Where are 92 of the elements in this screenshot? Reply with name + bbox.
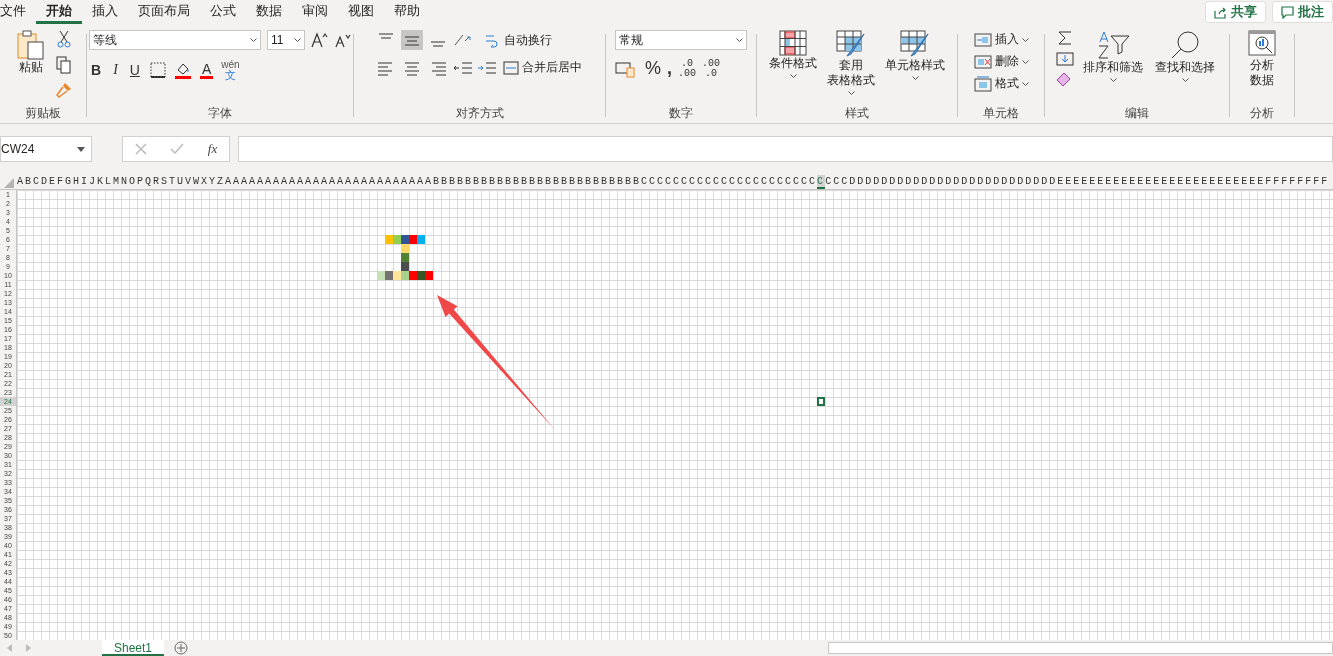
decimal-button[interactable]: .0 .00: [678, 58, 697, 79]
cell-action-button[interactable]: 格式: [971, 74, 1031, 93]
shrink-font-icon[interactable]: [335, 32, 351, 48]
phonetic-button[interactable]: wén 文: [221, 60, 240, 80]
bold-button[interactable]: B: [89, 62, 104, 78]
sort-filter-button[interactable]: 排序和筛选: [1080, 30, 1146, 85]
comma-button[interactable]: ,: [667, 58, 673, 79]
group-label: 字体: [208, 105, 232, 122]
format-painter-icon[interactable]: [56, 82, 72, 98]
group-label: 剪贴板: [25, 105, 61, 122]
menu-tab[interactable]: 插入: [82, 0, 128, 24]
decimal-button[interactable]: .00 .0: [702, 58, 721, 79]
group-label: 样式: [845, 105, 869, 122]
caret-icon: [789, 74, 797, 78]
scroll-left-icon[interactable]: [6, 644, 14, 652]
wrap-icon: [485, 32, 501, 48]
fill-down-icon[interactable]: [1056, 52, 1074, 66]
search-icon: [1170, 30, 1200, 60]
style-button[interactable]: 单元格样式: [882, 30, 948, 83]
find-select-button[interactable]: 查找和选择: [1152, 30, 1218, 85]
merge-icon: [503, 60, 519, 75]
group-label: 数字: [669, 105, 693, 122]
sort-filter-icon: [1096, 30, 1130, 60]
font-size-dropdown[interactable]: 11: [267, 30, 305, 50]
insert-function-button[interactable]: fx: [207, 141, 218, 157]
add-sheet-icon[interactable]: [174, 641, 189, 655]
sheet-tab[interactable]: Sheet1: [102, 640, 165, 656]
menu-tab[interactable]: 数据: [246, 0, 292, 24]
caret-icon: [736, 38, 743, 42]
conditional-format-icon: [779, 30, 807, 56]
clipboard-icon: [17, 30, 45, 60]
caret-icon: [1021, 59, 1029, 64]
format-cells-icon: [973, 75, 992, 92]
analyze-data-icon: [1248, 30, 1276, 58]
insert-cells-icon: [973, 32, 992, 47]
cell-brush-icon: [900, 30, 930, 58]
font-color-button[interactable]: A: [199, 61, 214, 79]
menu-tab[interactable]: 文件: [0, 0, 36, 24]
percent-button[interactable]: %: [645, 58, 661, 79]
comment-icon: [1281, 5, 1294, 19]
table-brush-icon: [836, 30, 866, 58]
enter-check-icon[interactable]: [170, 143, 185, 155]
fill-color-icon[interactable]: [173, 61, 192, 79]
scissors-icon[interactable]: [57, 30, 71, 48]
scroll-right-icon[interactable]: [24, 644, 32, 652]
caret-icon: [847, 91, 855, 95]
cancel-icon[interactable]: [134, 143, 147, 155]
autosum-icon[interactable]: [1057, 30, 1073, 46]
italic-button[interactable]: I: [111, 62, 120, 78]
border-icon[interactable]: [149, 62, 166, 78]
caret-icon: [250, 38, 257, 42]
caret-icon: [911, 76, 919, 80]
dropdown-icon: [77, 146, 85, 152]
analyze-data-button[interactable]: 分析 数据: [1245, 30, 1279, 88]
header-button[interactable]: 批注: [1272, 1, 1333, 23]
vertical-align-icon[interactable]: [401, 30, 423, 50]
delete-cells-icon: [973, 54, 992, 69]
menu-tab[interactable]: 页面布局: [128, 0, 200, 24]
caret-icon: [1181, 78, 1189, 82]
column-headers[interactable]: ABCDEFGHIJKLMNOPQRSTUVWXYZAAAAAAAAAAAAAAAAAAAAAAAAAABBBBBBBBBBBBBBBBBBBBBBBBBBCCCCCCCCCCCCCCCCCCCCCC: [17, 175, 818, 189]
underline-button[interactable]: U: [127, 62, 142, 78]
menu-tab[interactable]: 审阅: [292, 0, 338, 24]
group-label: 对齐方式: [455, 105, 504, 122]
style-button[interactable]: 套用 表格格式: [824, 30, 878, 98]
font-name-dropdown[interactable]: 等线: [89, 30, 261, 50]
selected-cell[interactable]: [817, 397, 825, 406]
group-label: 单元格: [983, 105, 1019, 122]
cell-action-button[interactable]: 删除: [971, 52, 1031, 71]
style-button[interactable]: 条件格式: [766, 30, 820, 81]
caret-icon: [1021, 81, 1029, 86]
number-format-dropdown[interactable]: 常规: [615, 30, 747, 50]
caret-icon: [294, 38, 301, 42]
menu-tab[interactable]: 视图: [338, 0, 384, 24]
wrap-text-button[interactable]: 自动换行: [483, 30, 554, 50]
formula-input[interactable]: [238, 136, 1333, 162]
grow-font-icon[interactable]: [311, 32, 329, 48]
menu-tab[interactable]: 帮助: [384, 0, 430, 24]
copy-icon[interactable]: [56, 56, 72, 74]
header-button[interactable]: 共享: [1205, 1, 1266, 23]
name-box[interactable]: CW24: [0, 136, 92, 162]
cell-action-button[interactable]: 插入: [971, 30, 1031, 49]
group-label: 分析: [1250, 105, 1274, 122]
menu-tab[interactable]: 开始: [36, 0, 82, 24]
menu-tab[interactable]: 公式: [200, 0, 246, 24]
paste-button[interactable]: 粘贴: [14, 30, 48, 75]
horizontal-scrollbar[interactable]: [828, 642, 1333, 654]
share-icon: [1214, 5, 1227, 19]
caret-icon: [1109, 78, 1117, 82]
group-label: 编辑: [1125, 105, 1149, 122]
merge-center-button[interactable]: 合并后居中: [501, 58, 584, 77]
column-headers[interactable]: CCCDDDDDDDDDDDDDDDDDDDDDDDDDDEEEEEEEEEEEEEEEEEEEEEEEEEEFFFFFFFF: [825, 175, 1330, 189]
caret-icon: [1021, 37, 1029, 42]
